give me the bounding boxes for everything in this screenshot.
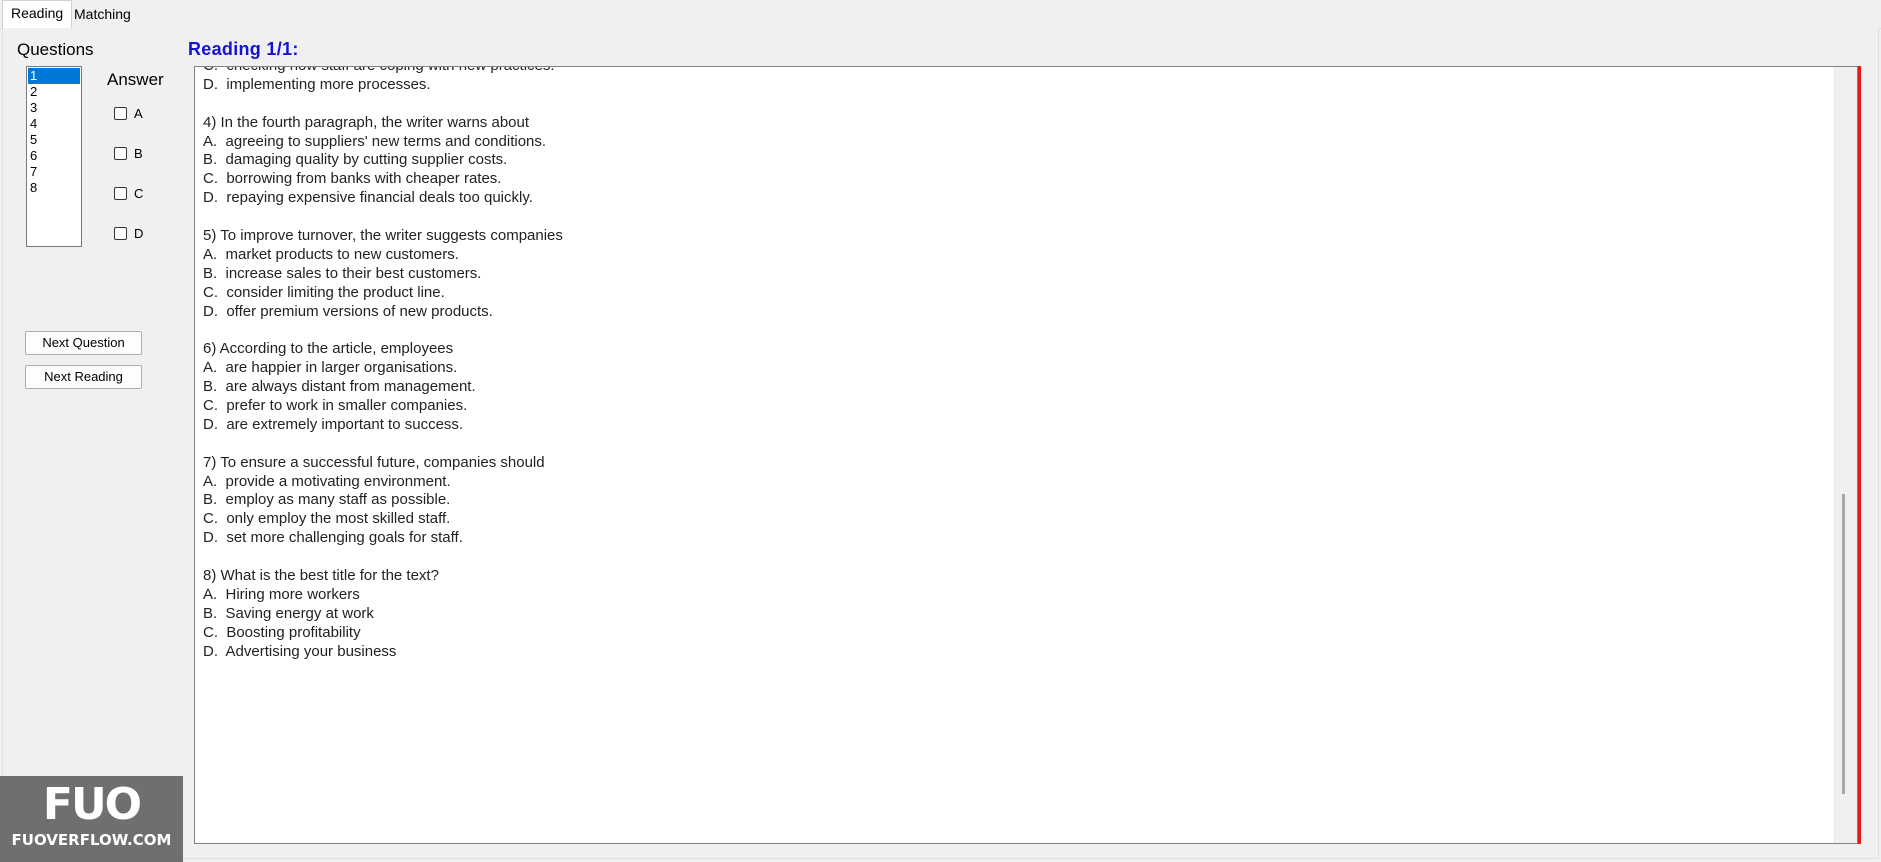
answer-option-a[interactable]: A — [114, 104, 143, 122]
questions-label: Questions — [17, 40, 94, 59]
watermark-logo: FUO — [42, 779, 142, 830]
question-list-item[interactable]: 4 — [28, 116, 80, 132]
answer-option-label: C — [134, 185, 144, 201]
text-line: A. Hiring more workers — [203, 585, 360, 603]
text-line: 7) To ensure a successful future, compan… — [203, 453, 545, 471]
question-list-item[interactable]: 7 — [28, 164, 80, 180]
watermark: FUO FUOVERFLOW.COM — [0, 776, 183, 862]
question-list[interactable]: 1 2 3 4 5 6 7 8 — [26, 66, 82, 247]
question-list-item[interactable]: 1 — [28, 68, 80, 84]
text-line: D. set more challenging goals for staff. — [203, 529, 463, 547]
answer-option-label: B — [134, 145, 143, 161]
scrollbar-thumb[interactable] — [1842, 494, 1845, 794]
answer-checkbox-a[interactable] — [114, 106, 127, 120]
question-list-item[interactable]: 3 — [28, 100, 80, 116]
tab-strip: Reading Matching — [0, 0, 1881, 29]
text-line: 6) According to the article, employees — [203, 340, 454, 358]
answer-checkbox-c[interactable] — [114, 186, 127, 200]
text-line: B. are always distant from management. — [203, 378, 476, 396]
question-list-item[interactable]: 2 — [28, 84, 80, 100]
text-blank-line — [203, 548, 1827, 567]
reading-text: C. checking how staff are coping with ne… — [203, 67, 1827, 662]
answer-checkbox-d[interactable] — [114, 226, 127, 240]
red-border-line — [1858, 66, 1861, 844]
text-line: D. are extremely important to success. — [203, 415, 464, 433]
next-reading-button[interactable]: Next Reading — [25, 365, 142, 389]
text-line: D. offer premium versions of new product… — [203, 302, 493, 320]
text-blank-line — [203, 95, 1827, 114]
tab-reading[interactable]: Reading — [2, 0, 73, 29]
answer-checkbox-b[interactable] — [114, 146, 127, 160]
text-line: C. consider limiting the product line. — [203, 283, 445, 301]
text-line: A. market products to new customers. — [203, 245, 459, 263]
answer-option-c[interactable]: C — [114, 184, 143, 202]
text-blank-line — [203, 208, 1827, 227]
question-list-item[interactable]: 8 — [28, 180, 80, 196]
text-line: 8) What is the best title for the text? — [203, 567, 439, 585]
text-line: B. Saving energy at work — [203, 604, 374, 622]
text-line: C. prefer to work in smaller companies. — [203, 397, 468, 415]
answer-label: Answer — [107, 70, 164, 89]
answer-option-label: D — [134, 225, 144, 241]
text-line: D. Advertising your business — [203, 642, 397, 660]
text-blank-line — [203, 321, 1827, 340]
text-line: A. agreeing to suppliers' new terms and … — [203, 132, 547, 150]
question-list-item[interactable]: 5 — [28, 132, 80, 148]
question-list-item[interactable]: 6 — [28, 148, 80, 164]
answer-option-label: A — [134, 105, 143, 121]
text-line: A. are happier in larger organisations. — [203, 359, 458, 377]
text-line: C. only employ the most skilled staff. — [203, 510, 451, 528]
watermark-site: FUOVERFLOW.COM — [11, 831, 172, 849]
text-blank-line — [203, 435, 1827, 454]
answer-option-b[interactable]: B — [114, 144, 143, 162]
text-line: B. damaging quality by cutting supplier … — [203, 151, 508, 169]
reading-textbox[interactable]: C. checking how staff are coping with ne… — [194, 66, 1858, 844]
answer-option-d[interactable]: D — [114, 224, 143, 242]
text-line: 4) In the fourth paragraph, the writer w… — [203, 113, 530, 131]
text-line: A. provide a motivating environment. — [203, 472, 451, 490]
text-line: D. repaying expensive financial deals to… — [203, 189, 533, 207]
text-line: C. borrowing from banks with cheaper rat… — [203, 170, 502, 188]
text-line: C. checking how staff are coping with ne… — [203, 67, 1827, 76]
text-line: C. Boosting profitability — [203, 623, 361, 641]
text-line: D. implementing more processes. — [203, 75, 431, 93]
text-line: B. employ as many staff as possible. — [203, 491, 451, 509]
tab-matching[interactable]: Matching — [66, 2, 139, 26]
text-line: 5) To improve turnover, the writer sugge… — [203, 227, 563, 245]
text-line: B. increase sales to their best customer… — [203, 264, 482, 282]
next-question-button[interactable]: Next Question — [25, 331, 142, 355]
vertical-scrollbar[interactable] — [1834, 67, 1857, 843]
reading-title: Reading 1/1: — [188, 39, 299, 59]
